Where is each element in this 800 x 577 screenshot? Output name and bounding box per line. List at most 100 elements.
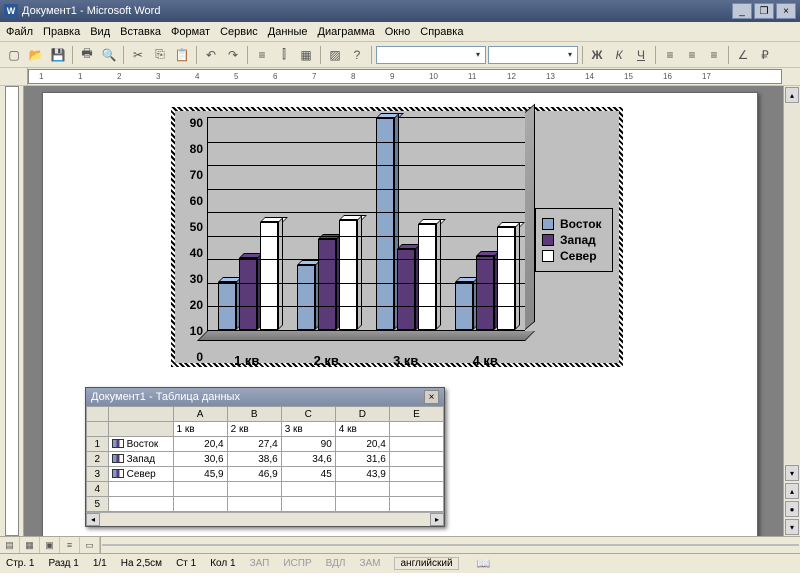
new-doc-button[interactable]: ▢	[4, 45, 24, 65]
datasheet-cell[interactable]	[389, 482, 443, 497]
font-size-combo[interactable]: ▾	[488, 46, 578, 64]
align-left-button[interactable]: ≡	[660, 45, 680, 65]
datasheet-cell[interactable]: 20,4	[335, 437, 389, 452]
scroll-up-button[interactable]: ▴	[785, 87, 799, 103]
datasheet-close-button[interactable]: ×	[424, 390, 439, 404]
menu-window[interactable]: Окно	[385, 26, 411, 38]
vertical-ruler[interactable]	[0, 86, 24, 536]
datasheet-series-name[interactable]	[108, 482, 173, 497]
datasheet-cell[interactable]	[389, 452, 443, 467]
datasheet-col-header[interactable]: A	[173, 407, 227, 422]
underline-button[interactable]: Ч	[631, 45, 651, 65]
datasheet-titlebar[interactable]: Документ1 - Таблица данных ×	[86, 388, 444, 406]
view-web-button[interactable]: ▦	[20, 537, 40, 553]
view-print-button[interactable]: ▣	[40, 537, 60, 553]
menu-tools[interactable]: Сервис	[220, 26, 258, 38]
redo-button[interactable]: ↷	[223, 45, 243, 65]
menu-file[interactable]: Файл	[6, 26, 33, 38]
datasheet-cell[interactable]	[227, 497, 281, 512]
view-outline-button[interactable]: ≡	[60, 537, 80, 553]
datasheet-window[interactable]: Документ1 - Таблица данных × ABCDE1 кв2 …	[85, 387, 445, 527]
datasheet-cell[interactable]	[281, 482, 335, 497]
chart-bar[interactable]	[297, 265, 315, 330]
menu-diagram[interactable]: Диаграмма	[318, 26, 375, 38]
legend-item[interactable]: Восток	[542, 217, 606, 231]
datatable-button[interactable]: ▦	[296, 45, 316, 65]
datasheet-cell[interactable]	[173, 482, 227, 497]
help-button[interactable]: ?	[347, 45, 367, 65]
datasheet-cell[interactable]: 90	[281, 437, 335, 452]
legend-item[interactable]: Запад	[542, 233, 606, 247]
datasheet-cell[interactable]: 45	[281, 467, 335, 482]
bold-button[interactable]: Ж	[587, 45, 607, 65]
datasheet-cell[interactable]	[227, 482, 281, 497]
datasheet-col-header[interactable]: C	[281, 407, 335, 422]
chart-bar[interactable]	[418, 224, 436, 330]
datasheet-series-name[interactable]: Север	[108, 467, 173, 482]
paste-button[interactable]: 📋	[172, 45, 192, 65]
datasheet-row-header[interactable]: 1	[87, 437, 109, 452]
chart-bar[interactable]	[239, 258, 257, 330]
chart-bar[interactable]	[476, 256, 494, 330]
datasheet-cell[interactable]: 3 кв	[281, 422, 335, 437]
chart-bar[interactable]	[397, 249, 415, 331]
cut-button[interactable]: ✂	[128, 45, 148, 65]
view-normal-button[interactable]: ▤	[0, 537, 20, 553]
datasheet-row-header[interactable]: 4	[87, 482, 109, 497]
by-column-button[interactable]: ⫿	[274, 45, 294, 65]
chart-bar[interactable]	[376, 118, 394, 330]
book-icon[interactable]: 📖	[477, 557, 491, 570]
menu-format[interactable]: Формат	[171, 26, 210, 38]
datasheet-cell[interactable]: 34,6	[281, 452, 335, 467]
menu-data[interactable]: Данные	[268, 26, 308, 38]
datasheet-cell[interactable]: 43,9	[335, 467, 389, 482]
print-button[interactable]: 🖶	[77, 45, 97, 65]
close-button[interactable]: ×	[776, 3, 796, 19]
menu-help[interactable]: Справка	[420, 26, 463, 38]
menu-insert[interactable]: Вставка	[120, 26, 161, 38]
datasheet-grid[interactable]: ABCDE1 кв2 кв3 кв4 кв1Восток20,427,49020…	[86, 406, 444, 512]
datasheet-cell[interactable]	[335, 497, 389, 512]
datasheet-row-header[interactable]: 5	[87, 497, 109, 512]
datasheet-cell[interactable]: 38,6	[227, 452, 281, 467]
scroll-down-button[interactable]: ▾	[785, 465, 799, 481]
datasheet-row-header[interactable]: 3	[87, 467, 109, 482]
datasheet-cell[interactable]: 46,9	[227, 467, 281, 482]
save-button[interactable]: 💾	[48, 45, 68, 65]
menu-view[interactable]: Вид	[90, 26, 110, 38]
datasheet-col-header[interactable]: D	[335, 407, 389, 422]
datasheet-cell[interactable]: 4 кв	[335, 422, 389, 437]
chart-object[interactable]: 9080706050403020100 1 кв2 кв3 кв4 кв Вос	[171, 107, 623, 367]
datasheet-cell[interactable]	[389, 497, 443, 512]
by-row-button[interactable]: ≡	[252, 45, 272, 65]
datasheet-cell[interactable]	[389, 437, 443, 452]
browse-object-button[interactable]: ●	[785, 501, 799, 517]
fill-color-button[interactable]: ▨	[325, 45, 345, 65]
datasheet-cell[interactable]: 30,6	[173, 452, 227, 467]
undo-button[interactable]: ↶	[201, 45, 221, 65]
datasheet-cell[interactable]	[389, 422, 443, 437]
datasheet-cell[interactable]: 1 кв	[173, 422, 227, 437]
status-language[interactable]: английский	[394, 557, 458, 570]
datasheet-cell[interactable]	[173, 497, 227, 512]
angle-text-button[interactable]: ∠	[733, 45, 753, 65]
legend-item[interactable]: Север	[542, 249, 606, 263]
datasheet-cell[interactable]: 31,6	[335, 452, 389, 467]
next-page-button[interactable]: ▾	[785, 519, 799, 535]
datasheet-cell[interactable]	[389, 467, 443, 482]
prev-page-button[interactable]: ▴	[785, 483, 799, 499]
datasheet-cell[interactable]: 2 кв	[227, 422, 281, 437]
maximize-button[interactable]: ❐	[754, 3, 774, 19]
datasheet-series-name[interactable]: Запад	[108, 452, 173, 467]
view-reading-button[interactable]: ▭	[80, 537, 100, 553]
copy-button[interactable]: ⎘	[150, 45, 170, 65]
menu-edit[interactable]: Правка	[43, 26, 80, 38]
scrollbar-horizontal[interactable]	[102, 544, 799, 546]
datasheet-series-name[interactable]	[108, 497, 173, 512]
align-right-button[interactable]: ≡	[704, 45, 724, 65]
datasheet-col-header[interactable]: E	[389, 407, 443, 422]
currency-button[interactable]: ₽	[755, 45, 775, 65]
print-preview-button[interactable]: 🔍	[99, 45, 119, 65]
datasheet-cell[interactable]: 45,9	[173, 467, 227, 482]
minimize-button[interactable]: _	[732, 3, 752, 19]
